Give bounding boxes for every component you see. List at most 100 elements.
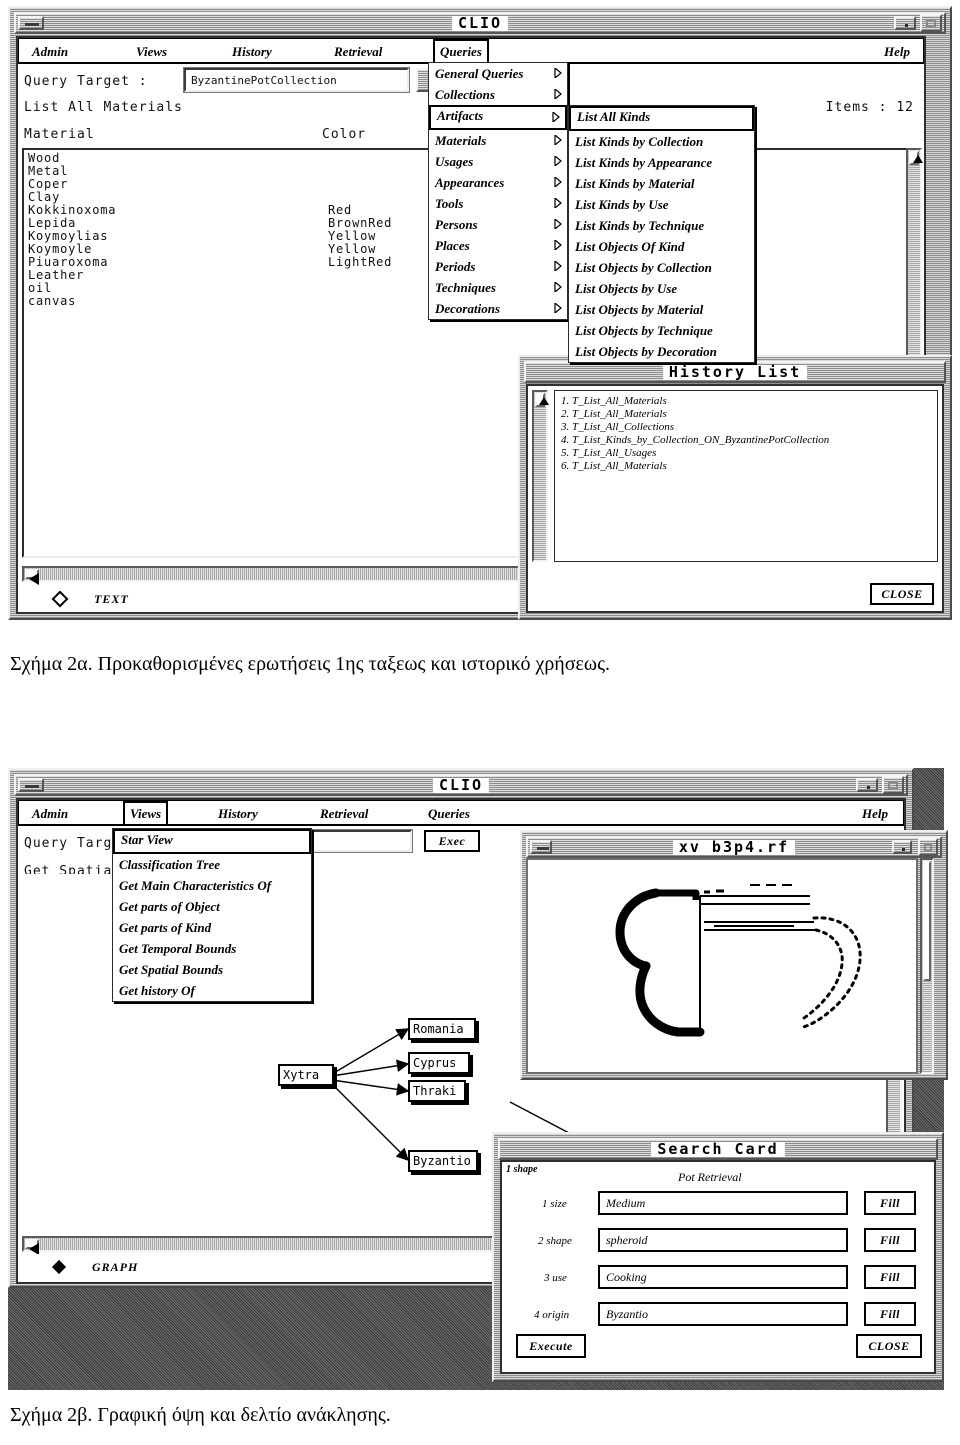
menu-item-queries[interactable]: Decorations [429, 298, 567, 319]
history-titlebar[interactable]: History List [524, 361, 946, 383]
searchcard-input-2[interactable]: spheroid [598, 1228, 848, 1252]
menu-queries[interactable]: Queries [433, 39, 489, 64]
searchcard-fill-button-4[interactable]: Fill [864, 1302, 916, 1326]
xv-vscroll-thumb[interactable] [923, 861, 931, 981]
graph-node-xytra[interactable]: Xytra [278, 1064, 334, 1086]
menu-item-queries[interactable]: Usages [429, 151, 567, 172]
menu-item-queries[interactable]: Places [429, 235, 567, 256]
menu-item-artifacts[interactable]: List Kinds by Use [569, 194, 754, 215]
menu-item-artifacts[interactable]: List Objects Of Kind [569, 236, 754, 257]
menu-item-artifacts[interactable]: List Kinds by Technique [569, 215, 754, 236]
xv-restore-icon[interactable] [892, 840, 912, 854]
graph-hscroll-thumb-b[interactable] [25, 1239, 39, 1255]
views-dropdown-b[interactable]: Star View Classification Tree Get Main Cha… [112, 828, 312, 1002]
history-scroll-up-arrow-icon[interactable] [539, 397, 549, 405]
menu-item-queries[interactable]: General Queries [429, 63, 567, 84]
list-item[interactable]: 2. T_List_All_Materials [561, 408, 937, 421]
menu-item-views[interactable]: Classification Tree [113, 854, 311, 875]
menu-history[interactable]: History [227, 41, 277, 62]
searchcard-input-1[interactable]: Medium [598, 1191, 848, 1215]
exec-button[interactable]: Exec [424, 830, 480, 852]
list-item[interactable]: 6. T_List_All_Materials [561, 460, 937, 473]
menu-item-queries[interactable]: Appearances [429, 172, 567, 193]
menu-item-views[interactable]: Get Temporal Bounds [113, 938, 311, 959]
graph-node-cyprus[interactable]: Cyprus [408, 1052, 470, 1074]
searchcard-input-3[interactable]: Cooking [598, 1265, 848, 1289]
menu-item-queries[interactable]: Materials [429, 130, 567, 151]
list-item[interactable]: 3. T_List_All_Collections [561, 421, 937, 434]
menu-history-b[interactable]: History [213, 803, 263, 824]
menu-item-artifacts[interactable]: List Kinds by Appearance [569, 152, 754, 173]
menu-retrieval-b[interactable]: Retrieval [315, 803, 373, 824]
menu-item-queries[interactable]: Tools [429, 193, 567, 214]
menu-item-artifacts[interactable]: List Objects by Decoration [569, 341, 754, 362]
menu-item-artifacts[interactable]: List Kinds by Material [569, 173, 754, 194]
menu-item-views[interactable]: Get parts of Object [113, 896, 311, 917]
list-item[interactable]: 4. T_List_Kinds_by_Collection_ON_Byzanti… [561, 434, 937, 447]
maximize-icon-b[interactable] [882, 776, 904, 794]
xv-maximize-icon[interactable] [918, 838, 938, 856]
menu-item-artifacts[interactable]: List Objects by Material [569, 299, 754, 320]
clio-titlebar-b[interactable]: CLIO [14, 774, 908, 796]
graph-node-romania[interactable]: Romania [408, 1018, 476, 1040]
maximize-icon[interactable] [920, 14, 942, 32]
menu-item-artifacts[interactable]: List All Kinds [569, 106, 754, 131]
xv-minimize-icon[interactable] [530, 840, 552, 854]
menu-item-views[interactable]: Get Spatial Bounds [113, 959, 311, 980]
menu-item-views[interactable]: Get parts of Kind [113, 917, 311, 938]
history-vscrollbar[interactable] [532, 390, 549, 562]
menu-admin-b[interactable]: Admin [27, 803, 73, 824]
clio-titlebar-a[interactable]: CLIO [14, 12, 946, 34]
graph-node-thraki[interactable]: Thraki [408, 1080, 466, 1102]
mode-indicator-icon-a[interactable] [51, 590, 69, 608]
menu-item-views[interactable]: Get Main Characteristics Of [113, 875, 311, 896]
menu-item-artifacts[interactable]: List Objects by Use [569, 278, 754, 299]
xv-titlebar[interactable]: xv b3p4.rf [526, 836, 942, 858]
minimize-icon[interactable] [18, 16, 44, 30]
menu-item-artifacts[interactable]: List Kinds by Collection [569, 131, 754, 152]
menu-item-artifacts[interactable]: List Objects by Technique [569, 320, 754, 341]
artifacts-submenu-a[interactable]: List All Kinds List Kinds by Collection Li… [568, 105, 755, 363]
searchcard-input-4[interactable]: Byzantio [598, 1302, 848, 1326]
restore-icon[interactable] [894, 16, 916, 30]
restore-icon-b[interactable] [856, 778, 878, 792]
searchcard-fill-button-3[interactable]: Fill [864, 1265, 916, 1289]
list-item[interactable]: 1. T_List_All_Materials [561, 395, 937, 408]
searchcard-titlebar[interactable]: Search Card [498, 1138, 938, 1160]
menu-item-views[interactable]: Get history Of [113, 980, 311, 1001]
menu-item-queries[interactable]: Periods [429, 256, 567, 277]
menu-item-queries[interactable]: Persons [429, 214, 567, 235]
column-header-color: Color [322, 127, 367, 142]
searchcard-fill-button-2[interactable]: Fill [864, 1228, 916, 1252]
xv-vscrollbar[interactable] [920, 858, 934, 1074]
menu-item-queries[interactable]: Artifacts [429, 105, 567, 130]
scroll-left-arrow-icon[interactable] [29, 573, 39, 585]
queries-dropdown-a[interactable]: General Queries Collections Artifacts Mater… [428, 62, 568, 320]
menu-item-queries[interactable]: Collections [429, 84, 567, 105]
menu-help[interactable]: Help [879, 41, 915, 62]
menu-views[interactable]: Views [131, 41, 172, 62]
menu-retrieval[interactable]: Retrieval [329, 41, 387, 62]
mode-indicator-icon-b[interactable] [51, 1259, 67, 1275]
menu-views-b[interactable]: Views [123, 801, 169, 826]
menu-item-label: List Objects by Decoration [575, 344, 717, 359]
query-target-input-a[interactable]: ByzantinePotCollection [183, 67, 410, 93]
searchcard-fill-button-1[interactable]: Fill [864, 1191, 916, 1215]
menu-admin[interactable]: Admin [27, 41, 73, 62]
history-list[interactable]: 1. T_List_All_Materials 2. T_List_All_Mat… [554, 390, 938, 562]
menu-item-artifacts[interactable]: List Objects by Collection [569, 257, 754, 278]
minimize-icon-b[interactable] [18, 778, 44, 792]
searchcard-close-button[interactable]: CLOSE [856, 1334, 922, 1358]
menu-item-queries[interactable]: Techniques [429, 277, 567, 298]
menu-item-views[interactable]: Star View [113, 829, 311, 854]
menu-help-b[interactable]: Help [857, 803, 893, 824]
history-close-button[interactable]: CLOSE [870, 583, 934, 605]
hscroll-thumb-a[interactable] [25, 569, 39, 585]
vscroll-thumb-a[interactable] [909, 151, 923, 165]
graph-node-byzantio[interactable]: Byzantio [408, 1150, 478, 1172]
searchcard-execute-button[interactable]: Execute [516, 1334, 586, 1358]
history-vscroll-thumb[interactable] [535, 393, 549, 407]
menu-queries-b[interactable]: Queries [423, 803, 475, 824]
list-item[interactable]: 5. T_List_All_Usages [561, 447, 937, 460]
scroll-up-arrow-icon[interactable] [913, 155, 923, 163]
